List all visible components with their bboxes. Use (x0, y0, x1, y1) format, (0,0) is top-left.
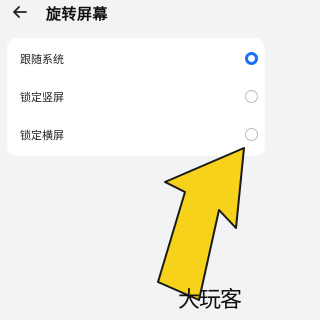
option-label: 跟随系统 (20, 53, 64, 66)
option-label: 锁定横屏 (20, 129, 64, 142)
top-bar: 旋转屏幕 (0, 0, 270, 26)
back-arrow-icon[interactable] (10, 2, 30, 22)
rotation-options-card: 跟随系统 锁定竖屏 锁定横屏 (7, 38, 265, 156)
radio-button[interactable] (245, 90, 258, 103)
watermark-logo: 大玩客 (178, 288, 242, 313)
option-lock-portrait[interactable]: 锁定竖屏 (7, 78, 265, 116)
radio-button-selected[interactable] (245, 52, 258, 65)
option-lock-landscape[interactable]: 锁定横屏 (7, 116, 265, 154)
radio-button[interactable] (245, 128, 258, 141)
page-title: 旋转屏幕 (46, 5, 109, 23)
option-follow-system[interactable]: 跟随系统 (7, 40, 265, 78)
option-label: 锁定竖屏 (20, 91, 64, 104)
